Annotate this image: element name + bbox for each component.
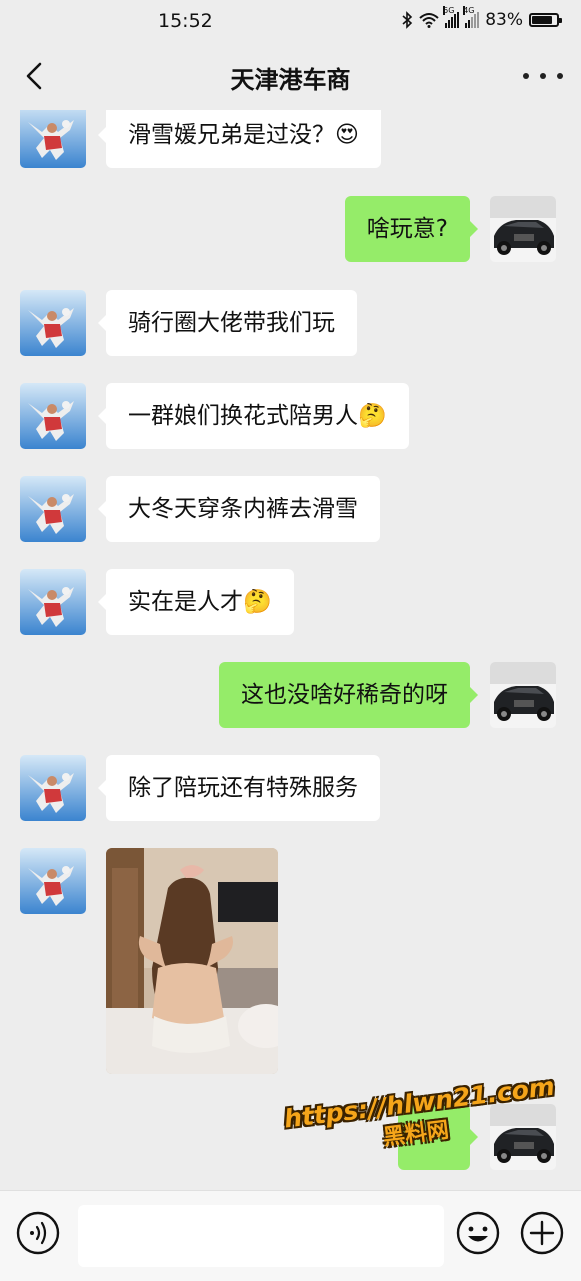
wifi-icon	[419, 13, 439, 28]
signal-4g-icon: 4G	[463, 6, 480, 28]
contact-avatar[interactable]	[20, 569, 86, 635]
battery-icon	[529, 13, 562, 27]
my-avatar[interactable]	[490, 662, 556, 728]
message-bubble[interactable]: 除了陪玩还有特殊服务	[98, 755, 380, 821]
message-bubble[interactable]: 实在是人才🤔	[98, 569, 294, 635]
contact-avatar[interactable]	[20, 383, 86, 449]
contact-avatar[interactable]	[20, 848, 86, 914]
more-dots-icon	[523, 73, 529, 79]
emoji-button[interactable]	[456, 1211, 500, 1255]
message-bubble[interactable]: 一群娘们换花式陪男人🤔	[98, 383, 409, 449]
battery-fill	[532, 16, 552, 24]
plus-icon	[520, 1211, 564, 1255]
message-photo[interactable]	[106, 848, 278, 1074]
message-bubble[interactable]: 大冬天穿条内裤去滑雪	[98, 476, 380, 542]
message-bubble[interactable]: 这也没啥好稀奇的呀	[219, 662, 478, 728]
contact-avatar[interactable]	[20, 755, 86, 821]
message-bubble[interactable]: 滑雪媛兄弟是过没？😍	[98, 110, 381, 168]
contact-avatar[interactable]	[20, 110, 86, 168]
battery-percent: 83%	[485, 10, 523, 30]
signal-5g-icon: 5G	[443, 6, 460, 28]
plus-button[interactable]	[520, 1211, 564, 1255]
my-avatar[interactable]	[490, 196, 556, 262]
status-bar: 15:52 5G 4G 83%	[0, 0, 581, 42]
message-input[interactable]	[78, 1205, 444, 1267]
input-bar	[0, 1190, 581, 1281]
status-time: 15:52	[158, 10, 213, 32]
bluetooth-icon	[402, 11, 413, 29]
chat-header: 天津港车商	[0, 42, 581, 110]
photo-image	[106, 848, 278, 1074]
status-icons: 5G 4G 83%	[401, 6, 562, 30]
chat-title: 天津港车商	[230, 66, 351, 94]
message-bubble[interactable]: 骑行圈大佬带我们玩	[98, 290, 357, 356]
message-bubble[interactable]: 啥玩意?	[344, 196, 479, 262]
emoji-icon	[456, 1211, 500, 1255]
chat-messages[interactable]: 滑雪媛兄弟是过没？😍 啥玩意? 骑行圈大佬带我们玩 一群娘们换花式陪男人🤔 大冬…	[0, 110, 581, 1190]
voice-icon	[16, 1211, 60, 1255]
more-button[interactable]	[523, 64, 563, 88]
voice-button[interactable]	[16, 1211, 60, 1255]
contact-avatar[interactable]	[20, 476, 86, 542]
contact-avatar[interactable]	[20, 290, 86, 356]
